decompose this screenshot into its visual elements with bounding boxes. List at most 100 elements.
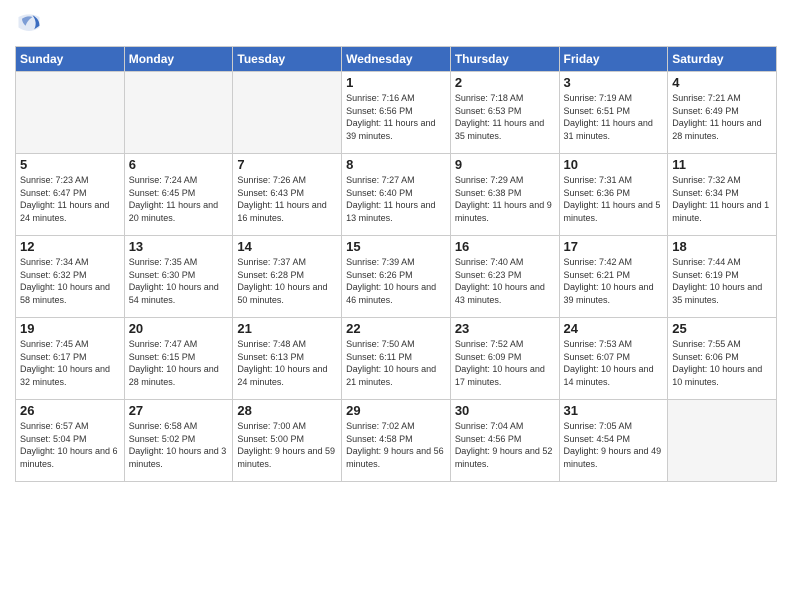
calendar-cell: 4 Sunrise: 7:21 AM Sunset: 6:49 PM Daylig… <box>668 72 777 154</box>
calendar-cell: 9Sunrise: 7:29 AM Sunset: 6:38 PM Daylig… <box>450 154 559 236</box>
calendar-week-row: 1 Sunrise: 7:16 AM Sunset: 6:56 PM Daylig… <box>16 72 777 154</box>
calendar-cell: 7 Sunrise: 7:26 AM Sunset: 6:43 PM Daylig… <box>233 154 342 236</box>
calendar-cell: 23 Sunrise: 7:52 AM Sunset: 6:09 PM Dayli… <box>450 318 559 400</box>
day-number: 24 <box>564 321 664 336</box>
cell-info: Sunrise: 7:23 AM Sunset: 6:47 PM Dayligh… <box>20 174 120 224</box>
calendar-cell: 15Sunrise: 7:39 AM Sunset: 6:26 PM Dayli… <box>342 236 451 318</box>
cell-info: Sunrise: 7:21 AM Sunset: 6:49 PM Dayligh… <box>672 92 772 142</box>
cell-info: Sunrise: 7:45 AM Sunset: 6:17 PM Dayligh… <box>20 338 120 388</box>
day-number: 17 <box>564 239 664 254</box>
cell-info: Sunrise: 7:48 AM Sunset: 6:13 PM Dayligh… <box>237 338 337 388</box>
calendar-cell: 6 Sunrise: 7:24 AM Sunset: 6:45 PM Daylig… <box>124 154 233 236</box>
calendar-cell: 29 Sunrise: 7:02 AM Sunset: 4:58 PM Dayli… <box>342 400 451 482</box>
day-of-week-header: Tuesday <box>233 47 342 72</box>
calendar-week-row: 26 Sunrise: 6:57 AM Sunset: 5:04 PM Dayli… <box>16 400 777 482</box>
calendar-cell: 24 Sunrise: 7:53 AM Sunset: 6:07 PM Dayli… <box>559 318 668 400</box>
day-number: 25 <box>672 321 772 336</box>
day-number: 5 <box>20 157 120 172</box>
cell-info: Sunrise: 7:31 AM Sunset: 6:36 PM Dayligh… <box>564 174 664 224</box>
cell-info: Sunrise: 7:05 AM Sunset: 4:54 PM Dayligh… <box>564 420 664 470</box>
calendar-cell: 5 Sunrise: 7:23 AM Sunset: 6:47 PM Daylig… <box>16 154 125 236</box>
day-number: 28 <box>237 403 337 418</box>
calendar-cell: 19 Sunrise: 7:45 AM Sunset: 6:17 PM Dayli… <box>16 318 125 400</box>
calendar-cell: 26 Sunrise: 6:57 AM Sunset: 5:04 PM Dayli… <box>16 400 125 482</box>
calendar-cell: 27Sunrise: 6:58 AM Sunset: 5:02 PM Dayli… <box>124 400 233 482</box>
day-number: 10 <box>564 157 664 172</box>
calendar: SundayMondayTuesdayWednesdayThursdayFrid… <box>15 46 777 482</box>
calendar-cell <box>668 400 777 482</box>
day-number: 6 <box>129 157 229 172</box>
day-number: 21 <box>237 321 337 336</box>
cell-info: Sunrise: 7:02 AM Sunset: 4:58 PM Dayligh… <box>346 420 446 470</box>
day-number: 20 <box>129 321 229 336</box>
day-number: 11 <box>672 157 772 172</box>
header <box>15 10 777 38</box>
calendar-cell: 1 Sunrise: 7:16 AM Sunset: 6:56 PM Daylig… <box>342 72 451 154</box>
cell-info: Sunrise: 7:35 AM Sunset: 6:30 PM Dayligh… <box>129 256 229 306</box>
cell-info: Sunrise: 7:53 AM Sunset: 6:07 PM Dayligh… <box>564 338 664 388</box>
calendar-week-row: 5 Sunrise: 7:23 AM Sunset: 6:47 PM Daylig… <box>16 154 777 236</box>
cell-info: Sunrise: 7:52 AM Sunset: 6:09 PM Dayligh… <box>455 338 555 388</box>
calendar-cell: 21 Sunrise: 7:48 AM Sunset: 6:13 PM Dayli… <box>233 318 342 400</box>
cell-info: Sunrise: 7:24 AM Sunset: 6:45 PM Dayligh… <box>129 174 229 224</box>
day-of-week-header: Sunday <box>16 47 125 72</box>
day-of-week-header: Monday <box>124 47 233 72</box>
day-number: 7 <box>237 157 337 172</box>
day-of-week-header: Friday <box>559 47 668 72</box>
calendar-cell <box>124 72 233 154</box>
calendar-cell <box>16 72 125 154</box>
day-number: 23 <box>455 321 555 336</box>
day-number: 4 <box>672 75 772 90</box>
calendar-cell: 25Sunrise: 7:55 AM Sunset: 6:06 PM Dayli… <box>668 318 777 400</box>
cell-info: Sunrise: 7:44 AM Sunset: 6:19 PM Dayligh… <box>672 256 772 306</box>
day-number: 12 <box>20 239 120 254</box>
day-of-week-header: Saturday <box>668 47 777 72</box>
calendar-cell: 12 Sunrise: 7:34 AM Sunset: 6:32 PM Dayli… <box>16 236 125 318</box>
cell-info: Sunrise: 7:26 AM Sunset: 6:43 PM Dayligh… <box>237 174 337 224</box>
day-number: 2 <box>455 75 555 90</box>
day-number: 15 <box>346 239 446 254</box>
cell-info: Sunrise: 7:16 AM Sunset: 6:56 PM Dayligh… <box>346 92 446 142</box>
calendar-cell: 8 Sunrise: 7:27 AM Sunset: 6:40 PM Daylig… <box>342 154 451 236</box>
calendar-cell <box>233 72 342 154</box>
day-number: 22 <box>346 321 446 336</box>
day-number: 31 <box>564 403 664 418</box>
cell-info: Sunrise: 6:58 AM Sunset: 5:02 PM Dayligh… <box>129 420 229 470</box>
calendar-header-row: SundayMondayTuesdayWednesdayThursdayFrid… <box>16 47 777 72</box>
day-number: 18 <box>672 239 772 254</box>
calendar-cell: 11Sunrise: 7:32 AM Sunset: 6:34 PM Dayli… <box>668 154 777 236</box>
calendar-cell: 22 Sunrise: 7:50 AM Sunset: 6:11 PM Dayli… <box>342 318 451 400</box>
calendar-cell: 17Sunrise: 7:42 AM Sunset: 6:21 PM Dayli… <box>559 236 668 318</box>
cell-info: Sunrise: 7:27 AM Sunset: 6:40 PM Dayligh… <box>346 174 446 224</box>
cell-info: Sunrise: 6:57 AM Sunset: 5:04 PM Dayligh… <box>20 420 120 470</box>
cell-info: Sunrise: 7:47 AM Sunset: 6:15 PM Dayligh… <box>129 338 229 388</box>
logo-icon <box>15 10 43 38</box>
calendar-cell: 30Sunrise: 7:04 AM Sunset: 4:56 PM Dayli… <box>450 400 559 482</box>
day-number: 16 <box>455 239 555 254</box>
day-number: 29 <box>346 403 446 418</box>
day-number: 30 <box>455 403 555 418</box>
day-number: 19 <box>20 321 120 336</box>
cell-info: Sunrise: 7:40 AM Sunset: 6:23 PM Dayligh… <box>455 256 555 306</box>
calendar-week-row: 19 Sunrise: 7:45 AM Sunset: 6:17 PM Dayli… <box>16 318 777 400</box>
day-number: 3 <box>564 75 664 90</box>
day-number: 8 <box>346 157 446 172</box>
day-number: 9 <box>455 157 555 172</box>
calendar-cell: 10 Sunrise: 7:31 AM Sunset: 6:36 PM Dayli… <box>559 154 668 236</box>
day-number: 1 <box>346 75 446 90</box>
calendar-week-row: 12 Sunrise: 7:34 AM Sunset: 6:32 PM Dayli… <box>16 236 777 318</box>
calendar-cell: 28Sunrise: 7:00 AM Sunset: 5:00 PM Dayli… <box>233 400 342 482</box>
day-of-week-header: Wednesday <box>342 47 451 72</box>
day-number: 14 <box>237 239 337 254</box>
logo <box>15 10 45 38</box>
day-of-week-header: Thursday <box>450 47 559 72</box>
calendar-cell: 2 Sunrise: 7:18 AM Sunset: 6:53 PM Daylig… <box>450 72 559 154</box>
day-number: 26 <box>20 403 120 418</box>
cell-info: Sunrise: 7:18 AM Sunset: 6:53 PM Dayligh… <box>455 92 555 142</box>
cell-info: Sunrise: 7:34 AM Sunset: 6:32 PM Dayligh… <box>20 256 120 306</box>
calendar-cell: 16 Sunrise: 7:40 AM Sunset: 6:23 PM Dayli… <box>450 236 559 318</box>
calendar-cell: 18 Sunrise: 7:44 AM Sunset: 6:19 PM Dayli… <box>668 236 777 318</box>
calendar-cell: 31 Sunrise: 7:05 AM Sunset: 4:54 PM Dayli… <box>559 400 668 482</box>
cell-info: Sunrise: 7:50 AM Sunset: 6:11 PM Dayligh… <box>346 338 446 388</box>
calendar-cell: 20 Sunrise: 7:47 AM Sunset: 6:15 PM Dayli… <box>124 318 233 400</box>
